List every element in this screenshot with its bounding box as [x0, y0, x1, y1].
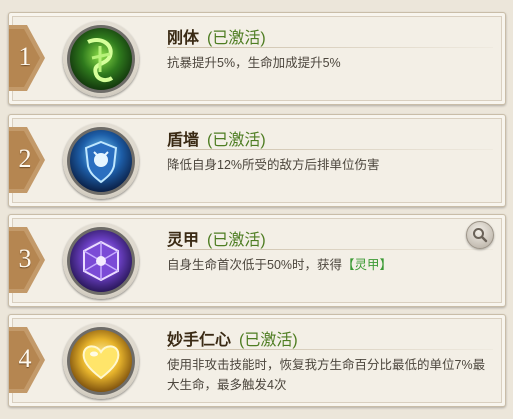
skill-description: 自身生命首次低于50%时，获得【灵甲】 [167, 255, 495, 275]
skill-description: 降低自身12%所受的敌方后排单位伤害 [167, 158, 380, 172]
skill-card-4[interactable]: 4 妙手仁心 (已激活) 使用非攻击技能时，恢复我方生命百分比最低的单位7%最大生… [8, 314, 506, 407]
skill-card-2[interactable]: 2 盾墙 (已激活) 降低自身12%所受的敌方后排单位伤害 [8, 114, 506, 207]
skill-name: 盾墙 [167, 132, 200, 149]
skill-number-tab: 3 [9, 227, 45, 293]
buff-highlight: 【灵甲】 [342, 258, 393, 272]
skill-number-tab: 4 [9, 327, 45, 393]
skill-number: 4 [18, 344, 32, 373]
skill-name: 灵甲 [167, 232, 200, 249]
skill-number: 2 [18, 144, 32, 173]
skill-icon-frame [63, 21, 139, 97]
description-text: 自身生命首次低于50%时，获得 [167, 258, 343, 272]
skill-number-tab: 1 [9, 25, 45, 91]
skill-number: 3 [18, 244, 32, 273]
skill-name: 刚体 [167, 30, 200, 47]
divider [167, 149, 493, 150]
skill-card-1[interactable]: 1 刚体 (已激活) 抗暴提升5%，生命加成提升5% [8, 12, 506, 105]
golden-heart-icon [70, 330, 132, 392]
skill-list-panel: 1 刚体 (已激活) 抗暴提升5%，生命加成提升5% 2 盾墙 (已激活) 降低… [0, 0, 513, 419]
zoom-button[interactable] [466, 221, 494, 249]
magnifier-icon [473, 228, 488, 243]
blue-shield-icon [70, 130, 132, 192]
skill-description: 使用非攻击技能时，恢复我方生命百分比最低的单位7%最大生命，最多触发4次 [167, 358, 486, 392]
divider [167, 47, 493, 48]
skill-number-tab: 2 [9, 127, 45, 193]
purple-crystal-cube-icon [70, 230, 132, 292]
skill-status: (已激活) [239, 332, 298, 349]
skill-number: 1 [18, 42, 32, 71]
skill-description: 抗暴提升5%，生命加成提升5% [167, 56, 341, 70]
skill-icon-frame [63, 223, 139, 299]
skill-icon-frame [63, 123, 139, 199]
skill-card-3[interactable]: 3 灵甲 (已激活) 自身生命首次低于50%时，获得【灵甲】 [8, 214, 506, 307]
divider [167, 249, 493, 250]
green-wind-rune-icon [70, 28, 132, 90]
skill-status: (已激活) [207, 232, 266, 249]
skill-status: (已激活) [207, 132, 266, 149]
skill-name: 妙手仁心 [167, 332, 232, 349]
skill-icon-frame [63, 323, 139, 399]
divider [167, 349, 493, 350]
skill-status: (已激活) [207, 30, 266, 47]
